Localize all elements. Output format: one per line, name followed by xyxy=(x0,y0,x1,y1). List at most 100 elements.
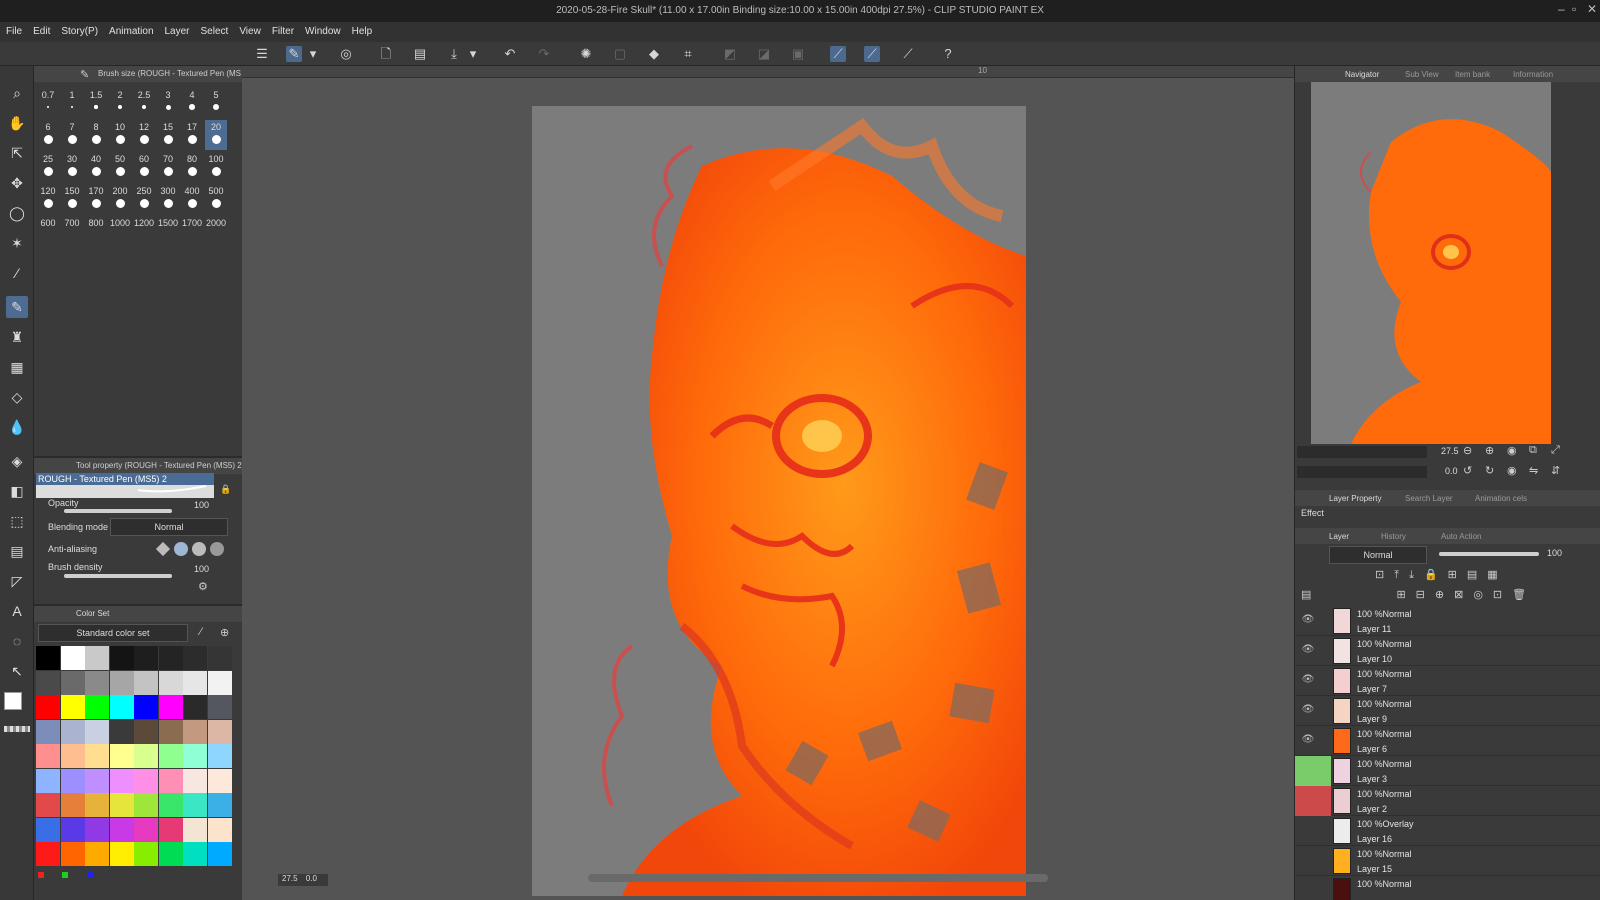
new-file-icon[interactable]: 🗋 xyxy=(378,46,394,62)
layer-list-view-icon[interactable]: ▤ xyxy=(1301,589,1311,601)
brush-size-option-400[interactable]: 400 xyxy=(180,186,204,196)
color-set-select[interactable]: Standard color set xyxy=(38,624,188,642)
lasso-icon[interactable]: ◯ xyxy=(6,202,28,224)
brush-size-option-60[interactable]: 60 xyxy=(132,154,156,164)
layer-row[interactable]: 100 %Normal Layer 2 xyxy=(1295,786,1600,816)
color-swatch[interactable] xyxy=(207,817,232,842)
menu-layer[interactable]: Layer xyxy=(159,22,195,37)
close-icon[interactable]: ✕ xyxy=(1587,2,1597,16)
layer-visibility-eye-icon[interactable] xyxy=(1301,884,1315,898)
brush-size-option-17[interactable]: 17 xyxy=(180,122,204,132)
brush-size-option-10[interactable]: 10 xyxy=(108,122,132,132)
layer-visibility-eye-icon[interactable]: 👁 xyxy=(1301,734,1315,748)
layer-visibility-eye-icon[interactable]: 👁 xyxy=(1301,614,1315,628)
color-swatch[interactable] xyxy=(36,670,60,695)
brush-size-option-6[interactable]: 6 xyxy=(36,122,60,132)
eyedropper-icon[interactable]: ⁄ xyxy=(200,626,202,638)
pen-settings-icon[interactable]: ✎ xyxy=(286,46,302,62)
color-swatch[interactable] xyxy=(36,768,60,793)
layer-visibility-eye-icon[interactable]: 👁 xyxy=(1301,674,1315,688)
opacity-value[interactable]: 100 xyxy=(194,500,209,510)
color-swatch[interactable] xyxy=(36,695,60,719)
brush-size-option-600[interactable]: 600 xyxy=(36,218,60,228)
menu-view[interactable]: View xyxy=(233,22,266,37)
layer-name[interactable]: Layer 2 xyxy=(1357,804,1387,814)
brush-size-option-5[interactable]: 5 xyxy=(204,90,228,100)
color-swatch[interactable] xyxy=(207,768,232,793)
brush-size-option-70[interactable]: 70 xyxy=(156,154,180,164)
transparent-color-swatch[interactable] xyxy=(4,726,30,732)
layer-name[interactable]: Layer 11 xyxy=(1357,624,1391,634)
color-swatch[interactable] xyxy=(158,793,183,817)
color-swatch[interactable] xyxy=(134,646,158,670)
color-swatch[interactable] xyxy=(85,793,109,817)
main-color-swatch[interactable] xyxy=(4,692,22,710)
tab-animation-cels[interactable]: Animation cels xyxy=(1475,494,1527,503)
color-swatch[interactable] xyxy=(158,695,183,719)
fill-icon[interactable]: ◆ xyxy=(646,46,662,62)
color-swatch[interactable] xyxy=(85,695,109,719)
color-swatch[interactable] xyxy=(134,817,158,842)
invert-selection-icon[interactable]: ◩ xyxy=(722,46,738,62)
color-swatch[interactable] xyxy=(60,695,85,719)
canvas-area[interactable]: 10 27.5 0.0 xyxy=(242,66,1294,900)
layer-row[interactable]: 100 %Normal Layer 15 xyxy=(1295,846,1600,876)
horizontal-scrollbar[interactable] xyxy=(588,874,1048,882)
color-swatch[interactable] xyxy=(183,842,207,866)
color-swatch[interactable] xyxy=(36,646,60,670)
brush-size-option-0-7[interactable]: 0.7 xyxy=(36,90,60,100)
antialias-none-icon[interactable] xyxy=(155,541,171,557)
color-swatch[interactable] xyxy=(183,817,207,842)
tab-navigator[interactable]: Navigator xyxy=(1345,70,1379,79)
color-swatch[interactable] xyxy=(134,695,158,719)
brush-size-option-1700[interactable]: 1700 xyxy=(180,218,204,228)
antialias-medium-icon[interactable] xyxy=(192,542,206,556)
brush-size-option-2[interactable]: 2 xyxy=(108,90,132,100)
layer-visibility-eye-icon[interactable] xyxy=(1301,824,1315,838)
undo-icon[interactable]: ↶ xyxy=(502,46,518,62)
color-swatch[interactable] xyxy=(85,768,109,793)
color-swatch[interactable] xyxy=(85,842,109,866)
color-swatch[interactable] xyxy=(109,670,134,695)
brush-size-option-1-5[interactable]: 1.5 xyxy=(84,90,108,100)
layer-name[interactable]: Layer 3 xyxy=(1357,774,1387,784)
layer-toolbar-row2[interactable]: ▤ ⊞⊟⊕⊠◎⊡🗑 xyxy=(1301,588,1600,602)
brush-size-option-1[interactable]: 1 xyxy=(60,90,84,100)
rotate-left-icon[interactable]: ↺ xyxy=(1463,464,1472,477)
brush-density-value[interactable]: 100 xyxy=(194,564,209,574)
lock-icon[interactable]: 🔒 xyxy=(220,484,231,495)
brush-size-option-7[interactable]: 7 xyxy=(60,122,84,132)
layer-opacity-value[interactable]: 100 xyxy=(1547,548,1562,558)
color-swatch[interactable] xyxy=(60,646,85,670)
brush-size-option-2-5[interactable]: 2.5 xyxy=(132,90,156,100)
rotate-right-icon[interactable]: ↻ xyxy=(1485,464,1494,477)
color-swatch[interactable] xyxy=(60,670,85,695)
crop-icon[interactable]: ⌗ xyxy=(680,46,696,62)
minimize-icon[interactable]: – xyxy=(1558,2,1565,16)
brush-size-option-250[interactable]: 250 xyxy=(132,186,156,196)
antialiasing-options[interactable] xyxy=(155,541,224,557)
loading-icon[interactable]: ✺ xyxy=(578,46,594,62)
layer-row[interactable]: 100 %Overlay Layer 16 xyxy=(1295,816,1600,846)
color-swatch[interactable] xyxy=(60,817,85,842)
figure-icon[interactable]: ⬚ xyxy=(6,510,28,532)
color-swatch[interactable] xyxy=(60,744,85,768)
snap-grid-icon[interactable]: ⟋ xyxy=(900,46,916,62)
color-swatch[interactable] xyxy=(36,793,60,817)
color-swatch[interactable] xyxy=(85,646,109,670)
gradient-icon[interactable]: ◪ xyxy=(756,46,772,62)
layer-name[interactable]: Layer 9 xyxy=(1357,714,1387,724)
zoom-out-icon[interactable]: ⊖ xyxy=(1463,444,1472,457)
menu-edit[interactable]: Edit xyxy=(27,22,55,37)
navigator-rotate-slider[interactable] xyxy=(1297,466,1427,478)
color-swatch[interactable] xyxy=(183,646,207,670)
tab-color-set[interactable]: Color Set xyxy=(76,609,109,618)
brush-size-option-120[interactable]: 120 xyxy=(36,186,60,196)
color-swatch[interactable] xyxy=(207,695,232,719)
brush-density-slider[interactable] xyxy=(64,574,172,578)
brush-size-option-50[interactable]: 50 xyxy=(108,154,132,164)
text-icon[interactable]: A xyxy=(6,600,28,622)
layer-opacity-slider[interactable] xyxy=(1439,552,1539,556)
pen-icon[interactable]: ✎ xyxy=(6,296,28,318)
open-folder-icon[interactable]: ▤ xyxy=(412,46,428,62)
